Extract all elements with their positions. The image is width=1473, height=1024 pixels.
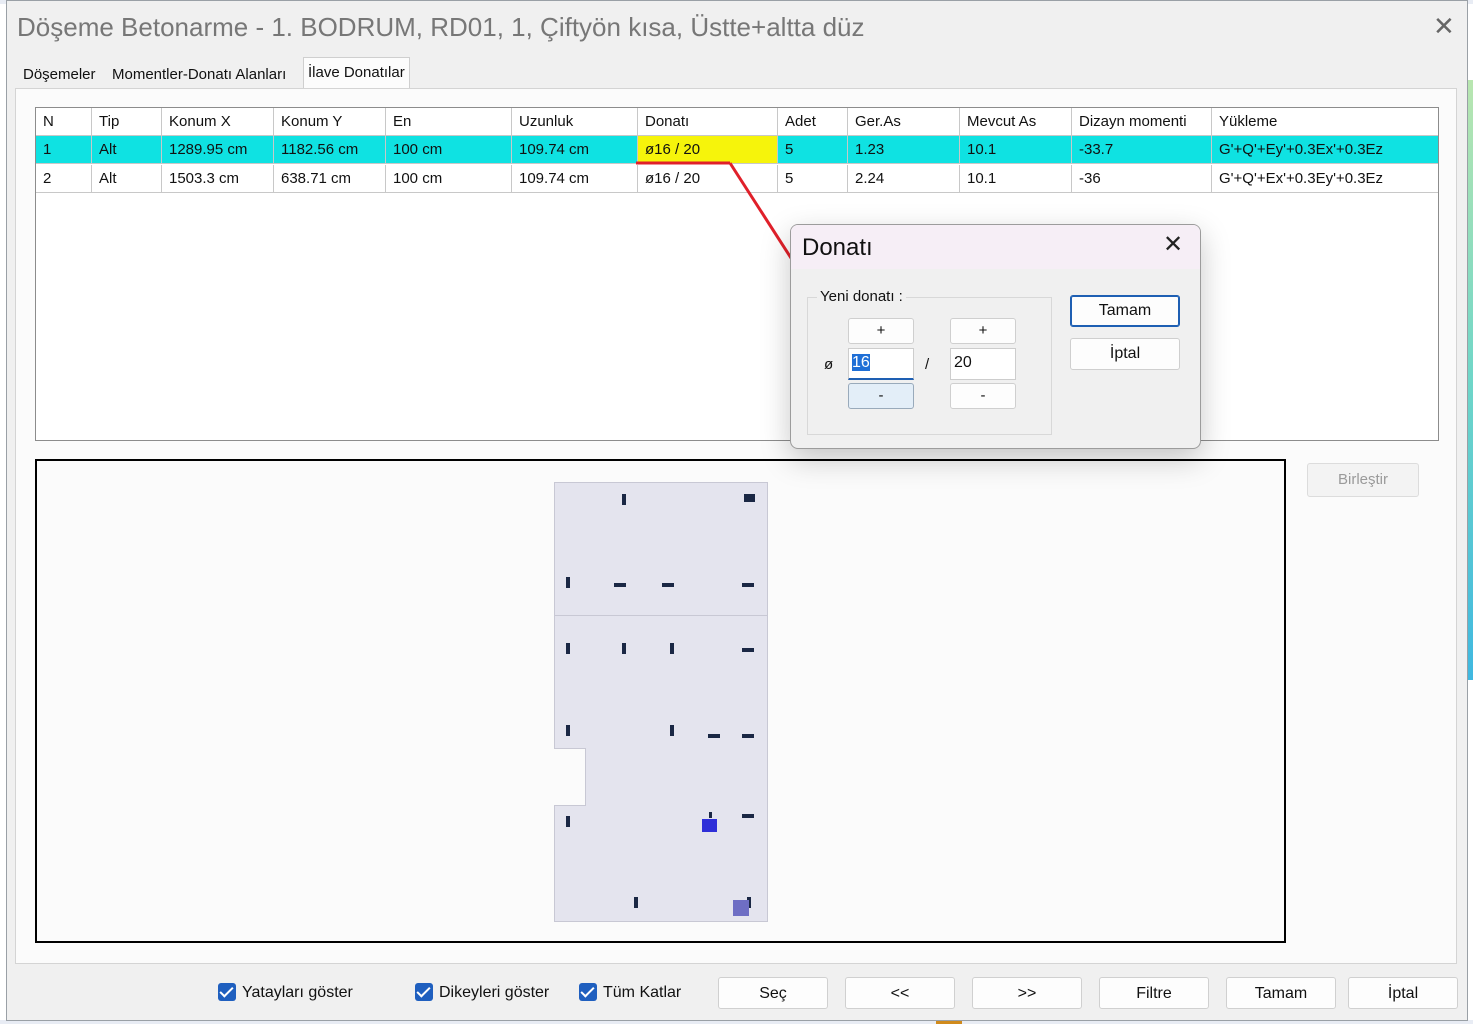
dialog-ok-button[interactable]: Tamam: [1070, 295, 1180, 327]
table-cell: G'+Q'+Ex'+0.3Ey'+0.3Ez: [1212, 165, 1438, 193]
table-cell: 100 cm: [386, 136, 512, 164]
tab-moments[interactable]: Momentler-Donatı Alanları: [108, 60, 290, 88]
diameter-symbol: ø: [824, 356, 834, 373]
diameter-value: 16: [852, 354, 870, 371]
filter-button[interactable]: Filtre: [1099, 977, 1209, 1009]
column-header[interactable]: Dizayn momenti: [1072, 108, 1212, 136]
table-cell: -36: [1072, 165, 1212, 193]
separator-slash: /: [925, 356, 930, 373]
rebar-marker: [614, 583, 626, 587]
close-icon[interactable]: ✕: [1433, 13, 1455, 39]
rebar-marker: [634, 897, 638, 908]
table-cell: 5: [778, 136, 848, 164]
table-cell: 1: [36, 136, 92, 164]
close-icon[interactable]: ✕: [1163, 233, 1183, 257]
tab-slabs[interactable]: Döşemeler: [19, 60, 100, 88]
spacing-increase-button[interactable]: +: [950, 318, 1016, 344]
rebar-marker: [566, 643, 570, 654]
slab-outline: [554, 482, 768, 922]
rebar-marker: [622, 643, 626, 654]
slab-plan-view[interactable]: [35, 459, 1286, 943]
column-header[interactable]: En: [386, 108, 512, 136]
select-button[interactable]: Seç: [718, 977, 828, 1009]
table-cell: 638.71 cm: [274, 165, 386, 193]
checkbox-checked-icon[interactable]: [218, 983, 236, 1001]
diameter-increase-button[interactable]: +: [848, 318, 914, 344]
checkbox-label: Dikeyleri göster: [439, 984, 550, 1001]
table-cell: 5: [778, 165, 848, 193]
column-header[interactable]: Ger.As: [848, 108, 960, 136]
dialog-title: Donatı: [802, 234, 873, 261]
slab-divider: [555, 615, 767, 616]
column-header[interactable]: Konum X: [162, 108, 274, 136]
table-cell: 2.24: [848, 165, 960, 193]
table-cell: Alt: [92, 136, 162, 164]
table-cell: 1.23: [848, 136, 960, 164]
rebar-marker: [670, 725, 674, 736]
rebar-marker: [622, 494, 626, 505]
rebar-edit-dialog: Donatı ✕ Yeni donatı : + ø 16 - / + 20 -…: [790, 224, 1201, 449]
table-row[interactable]: 1 Alt 1289.95 cm 1182.56 cm 100 cm 109.7…: [36, 136, 1438, 164]
checkbox-checked-icon[interactable]: [415, 983, 433, 1001]
rebar-marker: [662, 583, 674, 587]
rebar-marker: [708, 734, 720, 738]
spacing-decrease-button[interactable]: -: [950, 383, 1016, 409]
rebar-marker: [742, 734, 754, 738]
next-button[interactable]: >>: [972, 977, 1082, 1009]
spacing-input[interactable]: 20: [950, 348, 1016, 380]
rebar-table: N Tip Konum X Konum Y En Uzunluk Donatı …: [35, 107, 1439, 441]
tab-additional-rebar[interactable]: İlave Donatılar: [303, 57, 410, 88]
table-cell: Alt: [92, 165, 162, 193]
rebar-marker-highlight[interactable]: [733, 900, 749, 916]
merge-button[interactable]: Birleştir: [1307, 463, 1419, 497]
table-cell: 1503.3 cm: [162, 165, 274, 193]
rebar-marker: [709, 812, 712, 818]
rebar-marker: [670, 643, 674, 654]
column-header[interactable]: Donatı: [638, 108, 778, 136]
rebar-marker: [742, 583, 754, 587]
slab-notch: [554, 748, 586, 806]
table-cell: -33.7: [1072, 136, 1212, 164]
table-cell: 1289.95 cm: [162, 136, 274, 164]
checkbox-checked-icon[interactable]: [579, 983, 597, 1001]
column-header[interactable]: N: [36, 108, 92, 136]
cancel-button[interactable]: İptal: [1348, 977, 1458, 1009]
table-cell: 100 cm: [386, 165, 512, 193]
rebar-marker: [566, 577, 570, 588]
table-cell: 1182.56 cm: [274, 136, 386, 164]
checkbox-label: Yatayları göster: [242, 984, 353, 1001]
column-header[interactable]: Adet: [778, 108, 848, 136]
column-header[interactable]: Konum Y: [274, 108, 386, 136]
rebar-marker: [742, 648, 754, 652]
column-header[interactable]: Tip: [92, 108, 162, 136]
table-header-row: N Tip Konum X Konum Y En Uzunluk Donatı …: [36, 108, 1438, 136]
ok-button[interactable]: Tamam: [1226, 977, 1336, 1009]
window-title: Döşeme Betonarme - 1. BODRUM, RD01, 1, Ç…: [17, 12, 865, 42]
rebar-marker: [742, 814, 754, 818]
table-cell: 2: [36, 165, 92, 193]
dialog-cancel-button[interactable]: İptal: [1070, 338, 1180, 370]
table-cell: 10.1: [960, 165, 1072, 193]
table-cell: G'+Q'+Ey'+0.3Ex'+0.3Ez: [1212, 136, 1438, 164]
diameter-decrease-button[interactable]: -: [848, 383, 914, 409]
rebar-marker: [566, 725, 570, 736]
previous-button[interactable]: <<: [845, 977, 955, 1009]
slab-reinforcement-window: Döşeme Betonarme - 1. BODRUM, RD01, 1, Ç…: [6, 0, 1468, 1021]
table-cell: 109.74 cm: [512, 165, 638, 193]
column-header[interactable]: Yükleme: [1212, 108, 1438, 136]
column-header[interactable]: Mevcut As: [960, 108, 1072, 136]
selected-rebar-marker[interactable]: [702, 819, 717, 832]
table-row[interactable]: 2 Alt 1503.3 cm 638.71 cm 100 cm 109.74 …: [36, 165, 1438, 193]
diameter-input[interactable]: 16: [848, 348, 914, 380]
rebar-marker: [744, 494, 755, 502]
table-cell: ø16 / 20: [638, 165, 778, 193]
table-cell: 109.74 cm: [512, 136, 638, 164]
column-header[interactable]: Uzunluk: [512, 108, 638, 136]
rebar-marker: [566, 816, 570, 827]
table-cell: 10.1: [960, 136, 1072, 164]
checkbox-label: Tüm Katlar: [603, 984, 682, 1001]
rebar-cell-editing[interactable]: ø16 / 20: [638, 136, 778, 164]
group-label: Yeni donatı :: [817, 288, 906, 305]
